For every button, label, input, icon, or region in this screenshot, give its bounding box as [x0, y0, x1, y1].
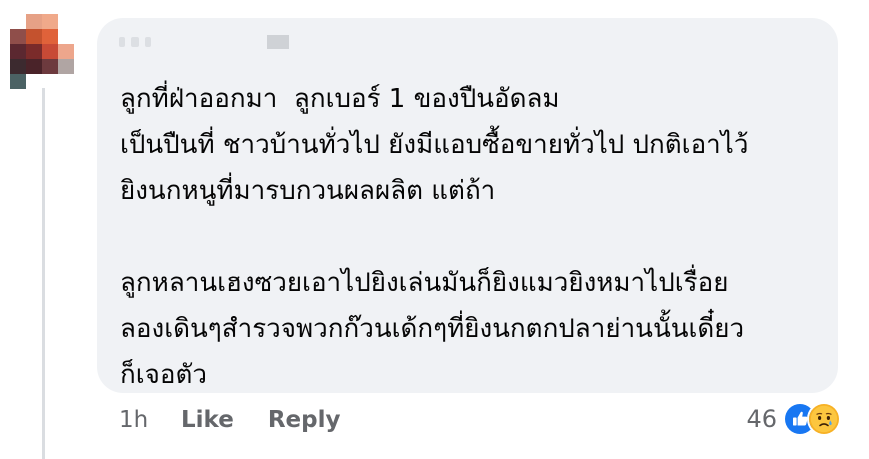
comment-line: ลองเดินๆสำรวจพวกก๊วนเด้กๆที่ยิงนกตกปลาย่…	[120, 314, 745, 344]
comment-line: ก็เจอตัว	[120, 360, 207, 390]
comment-line: ลูกหลานเฮงซวยเอาไปยิงเล่นมันก็ยิงแมวยิงห…	[120, 268, 729, 298]
comment-text: ลูกที่ฝ่าออกมา ลูกเบอร์ 1 ของปืนอัดลม เป…	[120, 76, 830, 398]
comment-line: ยิงนกหนูที่มารบกวนผลผลิต แต่ถ้า	[120, 176, 496, 206]
reply-button[interactable]: Reply	[268, 407, 341, 433]
comment-thread: ลูกที่ฝ่าออกมา ลูกเบอร์ 1 ของปืนอัดลม เป…	[0, 0, 869, 459]
reaction-count: 46	[746, 405, 777, 433]
comment-line: เป็นปืนที่ ชาวบ้านทั่วไป ยังมีแอบซื้อขาย…	[120, 130, 749, 160]
comment-line: ลูกที่ฝ่าออกมา ลูกเบอร์ 1 ของปืนอัดลม	[120, 84, 560, 114]
like-button[interactable]: Like	[181, 407, 234, 433]
comment-bubble: ลูกที่ฝ่าออกมา ลูกเบอร์ 1 ของปืนอัดลม เป…	[97, 18, 838, 393]
comment-actions: 1h Like Reply	[119, 400, 374, 440]
timestamp[interactable]: 1h	[119, 407, 181, 433]
thread-line	[42, 88, 45, 459]
reactions-summary[interactable]: 46	[746, 399, 841, 439]
author-name-redacted[interactable]	[119, 35, 289, 49]
avatar[interactable]	[10, 14, 74, 89]
sad-icon	[807, 402, 841, 436]
